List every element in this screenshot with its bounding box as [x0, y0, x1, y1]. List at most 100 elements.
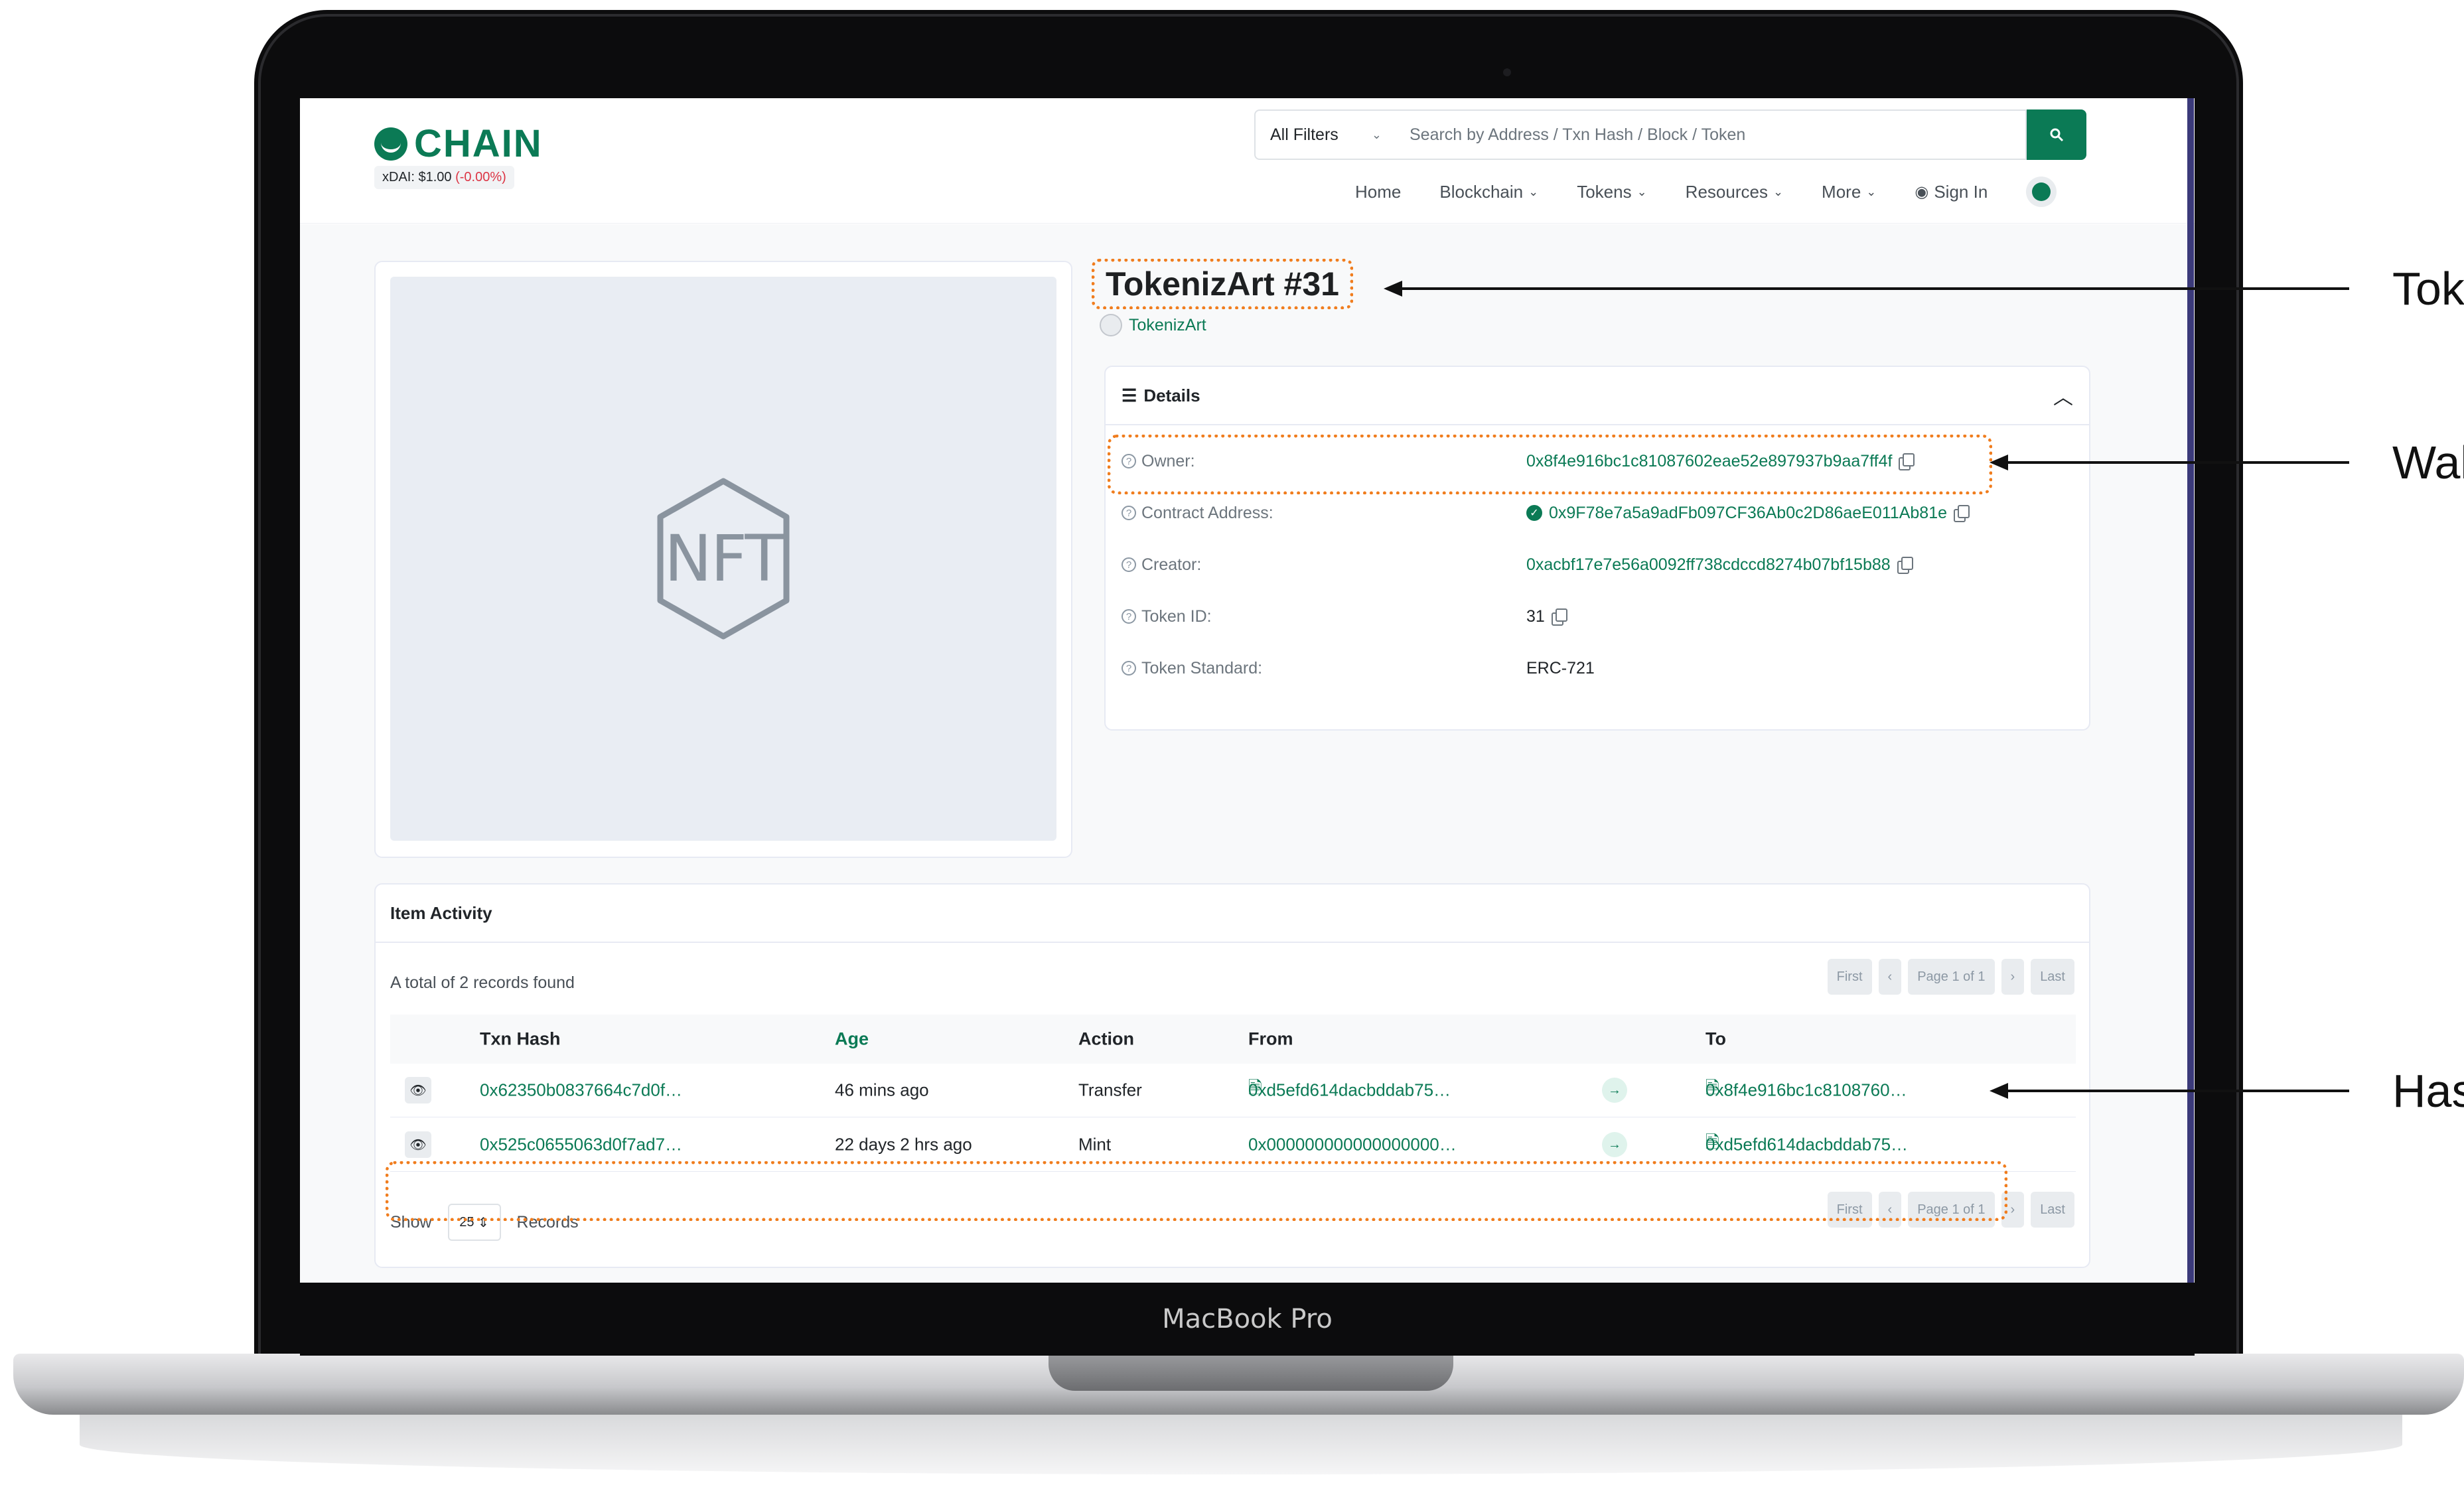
title-highlight: TokenizArt #31 — [1092, 259, 1353, 309]
txn-hash-link[interactable]: 0x62350b0837664c7d0f… — [480, 1080, 682, 1101]
page-last-button[interactable]: Last — [2031, 959, 2074, 995]
chevron-down-icon: ⌄ — [1636, 184, 1647, 198]
collection-link[interactable]: TokenizArt — [1100, 314, 1206, 336]
nav-home[interactable]: Home — [1355, 182, 1401, 202]
copy-icon[interactable] — [1954, 505, 1970, 522]
nav-more[interactable]: More ⌄ — [1822, 182, 1876, 202]
network-icon — [2032, 182, 2051, 201]
token-title: TokenizArt #31 — [1106, 265, 1339, 303]
token-standard-label: Token Standard: — [1141, 658, 1263, 677]
details-card: ☰ Details ︿ ? Owner: 0x8f4e916bc1c8108760… — [1104, 366, 2090, 731]
nav-sign-in-label: Sign In — [1934, 181, 1988, 202]
main-nav: Home Blockchain ⌄ Tokens ⌄ Resources ⌄ More… — [1355, 177, 2057, 207]
pagination-top: First ‹ Page 1 of 1 › Last — [1827, 959, 2074, 995]
contract-label: Contract Address: — [1141, 503, 1273, 522]
filter-label: All Filters — [1270, 125, 1339, 144]
page-indicator: Page 1 of 1 — [1908, 959, 1995, 995]
chevron-down-icon: ⌄ — [1528, 184, 1539, 198]
detail-row-token-id: ? Token ID: 31 — [1122, 595, 2077, 638]
col-to: To — [1705, 1029, 1726, 1049]
nft-placeholder-text: NFT — [664, 522, 784, 596]
chevron-down-icon: ⌄ — [1773, 184, 1784, 198]
help-icon: ? — [1122, 609, 1136, 624]
arrow-right-icon: → — [1602, 1078, 1627, 1103]
camera — [1503, 68, 1511, 76]
txn-age: 22 days 2 hrs ago — [835, 1134, 972, 1155]
records-total: A total of 2 records found — [390, 973, 575, 992]
creator-label: Creator: — [1141, 555, 1202, 574]
token-id-value: 31 — [1526, 606, 1545, 626]
eye-icon[interactable]: 👁 — [405, 1131, 431, 1158]
nav-tokens-label: Tokens — [1577, 181, 1632, 202]
annotation-line-hash — [1999, 1090, 2349, 1092]
logo-icon — [374, 127, 407, 161]
creator-address-link[interactable]: 0xacbf17e7e56a0092ff738cdccd8274b07bf15b… — [1526, 555, 1891, 575]
col-from: From — [1248, 1029, 1293, 1049]
activity-header: Item Activity — [376, 885, 2089, 943]
top-navbar: CHAIN xDAI: $1.00 (-0.00%) All Filters ⌄… — [300, 98, 2195, 224]
txn-to-address: 0xd5efd614dacbddab75… — [1705, 1134, 1909, 1155]
page-first-button[interactable]: First — [1827, 959, 1872, 995]
eye-icon[interactable]: 👁 — [405, 1077, 431, 1103]
annotation-token: Toke — [2392, 263, 2464, 315]
txn-hash-link[interactable]: 0x525c0655063d0f7ad7… — [480, 1135, 682, 1155]
txn-age: 46 mins ago — [835, 1080, 929, 1100]
search-input[interactable]: Search by Address / Txn Hash / Block / T… — [1396, 109, 2027, 160]
detail-row-contract: ? Contract Address: ✓ 0x9F78e7a5a9adFb097C… — [1122, 492, 2077, 534]
detail-row-standard: ? Token Standard: ERC-721 — [1122, 647, 2077, 689]
nav-blockchain[interactable]: Blockchain ⌄ — [1439, 182, 1538, 202]
contract-address-link[interactable]: 0x9F78e7a5a9adFb097CF36Ab0c2D86aeE011Ab8… — [1549, 504, 1947, 523]
screen: CHAIN xDAI: $1.00 (-0.00%) All Filters ⌄… — [300, 98, 2195, 1283]
chevron-up-icon[interactable]: ︿ — [2053, 381, 2073, 410]
nav-home-label: Home — [1355, 181, 1402, 202]
annotation-wallet: Wal — [2392, 437, 2464, 488]
price-label: xDAI: $1.00 — [382, 170, 452, 184]
txn-from-link[interactable]: 0x000000000000000000… — [1248, 1135, 1457, 1155]
laptop-notch — [1049, 1354, 1453, 1391]
explorer-page: CHAIN xDAI: $1.00 (-0.00%) All Filters ⌄… — [300, 98, 2195, 1283]
logo-text: CHAIN — [414, 122, 543, 165]
copy-icon[interactable] — [1551, 608, 1567, 626]
search-placeholder: Search by Address / Txn Hash / Block / T… — [1410, 125, 1746, 144]
transfer-row-highlight — [386, 1161, 2007, 1221]
search-button[interactable] — [2027, 109, 2086, 160]
verified-check-icon: ✓ — [1526, 505, 1542, 521]
details-heading: Details — [1143, 385, 1200, 405]
price-badge: xDAI: $1.00 (-0.00%) — [374, 166, 514, 189]
chevron-down-icon: ⌄ — [1371, 127, 1382, 141]
help-icon: ? — [1122, 661, 1136, 675]
page-last-button[interactable]: Last — [2031, 1192, 2074, 1228]
txn-from-address: 0xd5efd614dacbddab75… — [1248, 1080, 1451, 1100]
collection-name: TokenizArt — [1129, 315, 1206, 334]
nav-sign-in[interactable]: ◉ Sign In — [1915, 182, 1988, 202]
copy-icon[interactable] — [1897, 557, 1913, 574]
nav-tokens[interactable]: Tokens ⌄ — [1577, 182, 1646, 202]
detail-row-creator: ? Creator: 0xacbf17e7e56a0092ff738cdccd82… — [1122, 543, 2077, 586]
chevron-down-icon: ⌄ — [1866, 184, 1877, 198]
site-logo[interactable]: CHAIN — [374, 121, 543, 166]
nft-image-card: NFT — [374, 261, 1072, 858]
list-icon: ☰ — [1122, 385, 1137, 405]
arrow-right-icon: → — [1602, 1132, 1627, 1157]
laptop-chin: MacBook Pro — [300, 1283, 2195, 1356]
nft-image[interactable]: NFT — [390, 277, 1056, 841]
filter-select[interactable]: All Filters ⌄ — [1254, 109, 1398, 160]
txn-action: Transfer — [1078, 1080, 1142, 1100]
annotation-hash: Has — [2392, 1065, 2464, 1117]
token-standard-value: ERC-721 — [1526, 658, 1595, 677]
collection-icon — [1100, 314, 1122, 336]
price-change: (-0.00%) — [455, 170, 506, 184]
user-icon: ◉ — [1915, 182, 1929, 201]
screen-edge — [2187, 98, 2194, 1283]
page-prev-button[interactable]: ‹ — [1878, 959, 1902, 995]
help-icon: ? — [1122, 506, 1136, 520]
network-switch-button[interactable] — [2026, 177, 2057, 207]
col-age[interactable]: Age — [835, 1029, 869, 1050]
details-header[interactable]: ☰ Details ︿ — [1106, 367, 2089, 425]
col-action: Action — [1078, 1029, 1134, 1049]
txn-to-address: 0x8f4e916bc1c8108760… — [1705, 1080, 1907, 1100]
page-next-button[interactable]: › — [2001, 959, 2025, 995]
nav-resources[interactable]: Resources ⌄ — [1686, 182, 1783, 202]
txn-action: Mint — [1078, 1134, 1112, 1155]
owner-highlight — [1108, 435, 1992, 494]
